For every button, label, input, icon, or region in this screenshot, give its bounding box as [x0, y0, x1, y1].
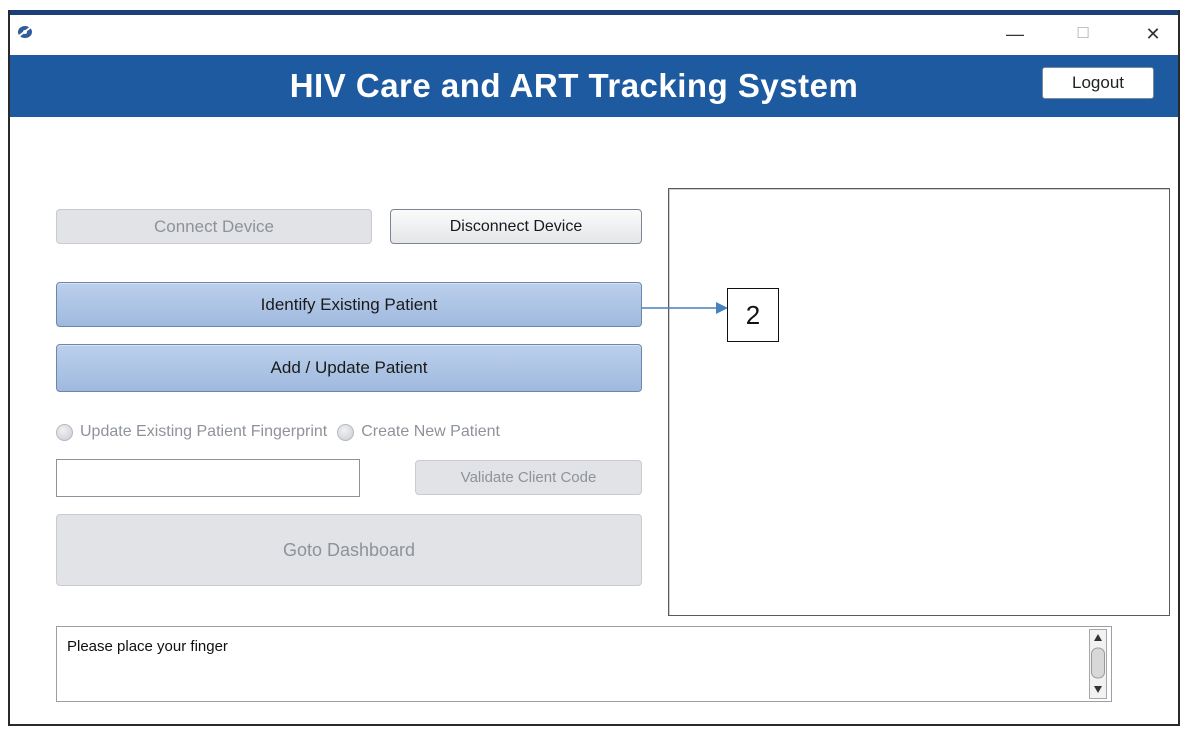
app-header: HIV Care and ART Tracking System Logout [10, 55, 1178, 117]
app-logo-icon [16, 23, 34, 41]
status-scrollbar[interactable] [1089, 629, 1107, 699]
update-fingerprint-radio[interactable] [56, 423, 73, 441]
disconnect-device-button[interactable]: Disconnect Device [390, 209, 642, 244]
close-button[interactable]: ✕ [1138, 21, 1168, 47]
connect-device-button[interactable]: Connect Device [56, 209, 372, 244]
callout-number-box: 2 [727, 288, 779, 342]
status-message: Please place your finger [67, 638, 228, 655]
app-window: — ☐ ✕ HIV Care and ART Tracking System L… [8, 10, 1180, 726]
patient-mode-options: Update Existing Patient Fingerprint Crea… [56, 420, 500, 444]
identify-existing-patient-button[interactable]: Identify Existing Patient [56, 282, 642, 327]
add-update-patient-button[interactable]: Add / Update Patient [56, 344, 642, 392]
update-fingerprint-label: Update Existing Patient Fingerprint [80, 423, 328, 440]
status-message-area: Please place your finger [56, 626, 1112, 702]
page-title: HIV Care and ART Tracking System [289, 67, 859, 104]
callout-arrow [642, 302, 728, 314]
create-new-patient-radio[interactable] [337, 423, 355, 441]
fingerprint-preview-panel [668, 188, 1170, 616]
create-new-patient-label: Create New Patient [361, 423, 500, 440]
client-code-input[interactable] [56, 459, 360, 497]
maximize-button[interactable]: ☐ [1068, 21, 1098, 47]
validate-client-code-button[interactable]: Validate Client Code [415, 460, 642, 495]
logout-button[interactable]: Logout [1042, 67, 1154, 99]
minimize-button[interactable]: — [1000, 21, 1030, 47]
title-bar: — ☐ ✕ [10, 15, 1178, 55]
goto-dashboard-button[interactable]: Goto Dashboard [56, 514, 642, 586]
